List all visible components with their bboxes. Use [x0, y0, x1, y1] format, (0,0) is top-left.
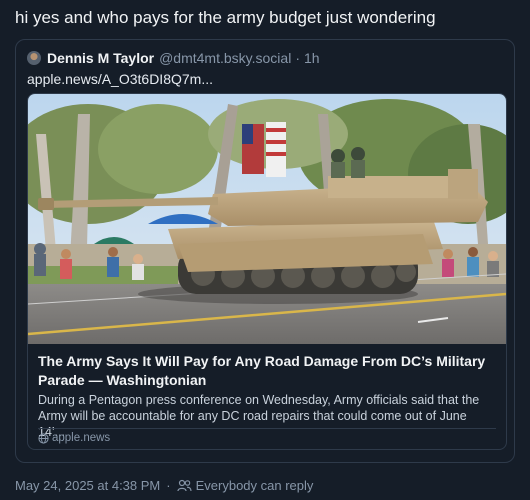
- card-domain: apple.news: [38, 432, 110, 444]
- post-meta: May 24, 2025 at 4:38 PM · Everybody can …: [15, 478, 313, 493]
- post-time[interactable]: 1h: [304, 50, 320, 66]
- post-timestamp[interactable]: May 24, 2025 at 4:38 PM: [15, 478, 160, 493]
- globe-icon: [38, 432, 49, 444]
- reply-setting[interactable]: Everybody can reply: [177, 478, 314, 493]
- quoted-post[interactable]: Dennis M Taylor @dmt4mt.bsky.social · 1h…: [15, 39, 515, 463]
- quote-header: Dennis M Taylor @dmt4mt.bsky.social · 1h: [27, 49, 504, 67]
- link-card[interactable]: The Army Says It Will Pay for Any Road D…: [27, 93, 507, 450]
- avatar[interactable]: [27, 51, 41, 65]
- separator-dot: ·: [166, 478, 171, 493]
- post-text: hi yes and who pays for the army budget …: [15, 8, 436, 27]
- card-divider: [38, 428, 496, 429]
- quote-link-text[interactable]: apple.news/A_O3t6DI8Q7m...: [27, 71, 213, 87]
- people-icon: [177, 479, 192, 492]
- author-name[interactable]: Dennis M Taylor: [47, 50, 154, 66]
- reply-setting-label: Everybody can reply: [195, 478, 314, 493]
- separator-dot: ·: [295, 50, 300, 66]
- author-handle[interactable]: @dmt4mt.bsky.social: [159, 50, 291, 66]
- card-domain-text: apple.news: [52, 432, 111, 444]
- card-image: [28, 94, 506, 344]
- card-title[interactable]: The Army Says It Will Pay for Any Road D…: [38, 352, 496, 390]
